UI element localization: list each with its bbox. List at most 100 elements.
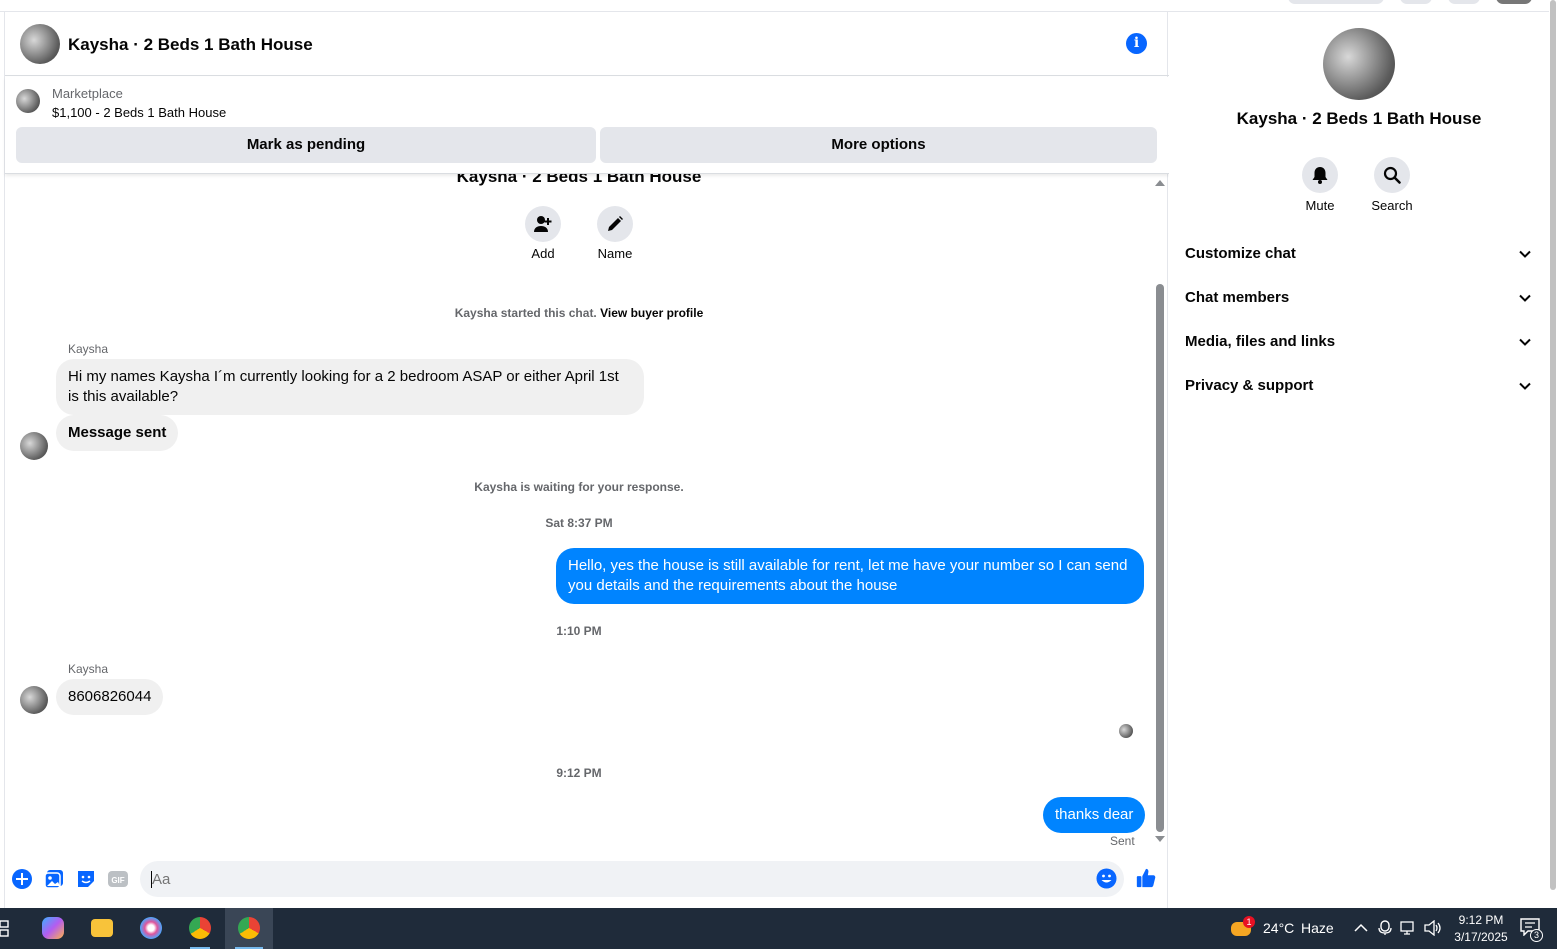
timestamp: Sat 8:37 PM <box>545 516 613 530</box>
chat-started-text: Kaysha started this chat. <box>454 306 597 320</box>
section-privacy-support[interactable]: Privacy & support <box>1185 366 1533 406</box>
top-profile-avatar[interactable] <box>1496 0 1532 4</box>
name-button[interactable] <box>597 206 633 242</box>
weather-desc[interactable]: Haze <box>1301 920 1334 936</box>
sender-name: Kaysha <box>68 662 109 676</box>
timestamp: 9:12 PM <box>556 766 602 780</box>
taskbar-chrome-1[interactable] <box>176 908 224 949</box>
top-pill[interactable] <box>1288 0 1384 4</box>
add-label: Add <box>531 246 555 261</box>
incoming-message[interactable]: Hi my names Kaysha I´m currently looking… <box>56 359 644 415</box>
panel-avatar[interactable] <box>1323 28 1395 100</box>
copilot-icon <box>42 917 64 939</box>
thread-title: Kaysha · 2 Beds 1 Bath House <box>456 174 702 186</box>
page-scrollbar[interactable] <box>1549 0 1557 908</box>
chevron-down-icon <box>1519 338 1531 346</box>
incoming-message[interactable]: Message sent <box>56 415 179 451</box>
weather-widget-icon[interactable]: 1 <box>1229 916 1255 940</box>
add-person-icon <box>534 216 552 232</box>
gif-label: GIF <box>111 876 124 885</box>
like-icon[interactable] <box>1135 867 1157 889</box>
bell-icon <box>1312 167 1328 184</box>
taskbar: 1 24°C Haze 9:12 PM 3/17/2025 3 <box>0 908 1557 949</box>
system-clock[interactable]: 9:12 PM 3/17/2025 <box>1446 912 1516 946</box>
section-media-files-links[interactable]: Media, files and links <box>1185 322 1533 362</box>
sticker-icon[interactable] <box>75 868 97 890</box>
incoming-message[interactable]: 8606826044 <box>56 679 164 715</box>
photo-icon[interactable] <box>43 868 65 890</box>
notification-center[interactable]: 3 <box>1520 918 1546 942</box>
section-label: Chat members <box>1185 289 1290 306</box>
listing-title[interactable]: $1,100 - 2 Beds 1 Bath House <box>52 105 226 120</box>
more-options-button[interactable]: More options <box>600 127 1157 163</box>
taskbar-file-explorer[interactable] <box>78 908 126 949</box>
clock-time: 9:12 PM <box>1458 913 1504 927</box>
scroll-up-arrow[interactable] <box>1155 180 1165 186</box>
chat-column: Kaysha · 2 Beds 1 Bath House i Marketpla… <box>4 12 1169 908</box>
section-label: Media, files and links <box>1185 333 1336 350</box>
message-input[interactable] <box>152 861 1082 897</box>
chevron-down-icon <box>1519 250 1531 258</box>
mute-button[interactable] <box>1302 157 1338 193</box>
show-hidden-icons-chevron-up-icon[interactable] <box>1354 923 1368 933</box>
plus-icon[interactable] <box>11 868 33 890</box>
notification-count: 3 <box>1530 929 1543 942</box>
paint-icon <box>140 917 162 939</box>
chat-avatar[interactable] <box>20 24 60 64</box>
pencil-icon <box>608 216 623 231</box>
chrome-icon <box>189 917 211 939</box>
browser-top-strip <box>0 0 1557 12</box>
chevron-down-icon <box>1519 294 1531 302</box>
section-label: Privacy & support <box>1185 377 1314 394</box>
search-icon <box>1383 166 1401 184</box>
taskbar-chrome-2[interactable] <box>225 908 273 949</box>
search-label: Search <box>1371 198 1413 213</box>
folder-icon <box>91 919 113 937</box>
section-label: Customize chat <box>1185 245 1296 262</box>
taskbar-paint[interactable] <box>127 908 175 949</box>
chat-header: Kaysha · 2 Beds 1 Bath House i <box>5 12 1169 76</box>
message-list[interactable]: Kaysha · 2 Beds 1 Bath House Add Name Ka… <box>5 174 1169 858</box>
chat-title[interactable]: Kaysha · 2 Beds 1 Bath House <box>68 35 313 55</box>
chevron-down-icon <box>1519 382 1531 390</box>
volume-icon[interactable] <box>1424 920 1442 936</box>
outgoing-message[interactable]: Hello, yes the house is still available … <box>556 548 1144 604</box>
view-buyer-profile-link[interactable]: View buyer profile <box>600 306 703 320</box>
search-button[interactable] <box>1374 157 1410 193</box>
marketplace-banner: Marketplace $1,100 - 2 Beds 1 Bath House… <box>5 77 1169 174</box>
scroll-thumb[interactable] <box>1156 284 1164 832</box>
info-icon[interactable]: i <box>1126 33 1147 54</box>
mute-label: Mute <box>1305 198 1335 213</box>
sent-status: Sent <box>1110 834 1135 848</box>
gif-icon[interactable]: GIF <box>107 868 129 890</box>
top-round-button-2[interactable] <box>1448 0 1480 4</box>
taskbar-copilot[interactable] <box>29 908 77 949</box>
name-label: Name <box>597 246 633 261</box>
emoji-icon[interactable] <box>1096 868 1117 889</box>
message-input-box[interactable] <box>140 861 1124 897</box>
page-scroll-thumb[interactable] <box>1550 0 1556 890</box>
top-round-button[interactable] <box>1400 0 1432 4</box>
sender-avatar[interactable] <box>20 686 48 714</box>
add-person-button[interactable] <box>525 206 561 242</box>
timestamp: 1:10 PM <box>556 624 602 638</box>
mark-as-pending-button[interactable]: Mark as pending <box>16 127 596 163</box>
section-customize-chat[interactable]: Customize chat <box>1185 234 1533 274</box>
read-receipt-avatar <box>1119 724 1133 738</box>
marketplace-label: Marketplace <box>52 86 123 101</box>
message-scrollbar[interactable] <box>1155 174 1165 858</box>
meet-now-icon[interactable] <box>1378 920 1392 936</box>
messenger-window: Kaysha · 2 Beds 1 Bath House i Marketpla… <box>0 0 1557 908</box>
sender-name: Kaysha <box>68 342 109 356</box>
sender-avatar[interactable] <box>20 432 48 460</box>
section-chat-members[interactable]: Chat members <box>1185 278 1533 318</box>
chrome-icon <box>238 917 260 939</box>
outgoing-message[interactable]: thanks dear <box>1043 797 1146 833</box>
network-icon[interactable] <box>1400 921 1418 936</box>
scroll-down-arrow[interactable] <box>1155 836 1165 842</box>
listing-thumbnail[interactable] <box>16 89 40 113</box>
chat-started-notice: Kaysha started this chat. View buyer pro… <box>5 306 1153 320</box>
clock-date: 3/17/2025 <box>1454 930 1508 944</box>
weather-temp[interactable]: 24°C <box>1263 920 1294 936</box>
task-view-icon[interactable] <box>0 920 12 937</box>
